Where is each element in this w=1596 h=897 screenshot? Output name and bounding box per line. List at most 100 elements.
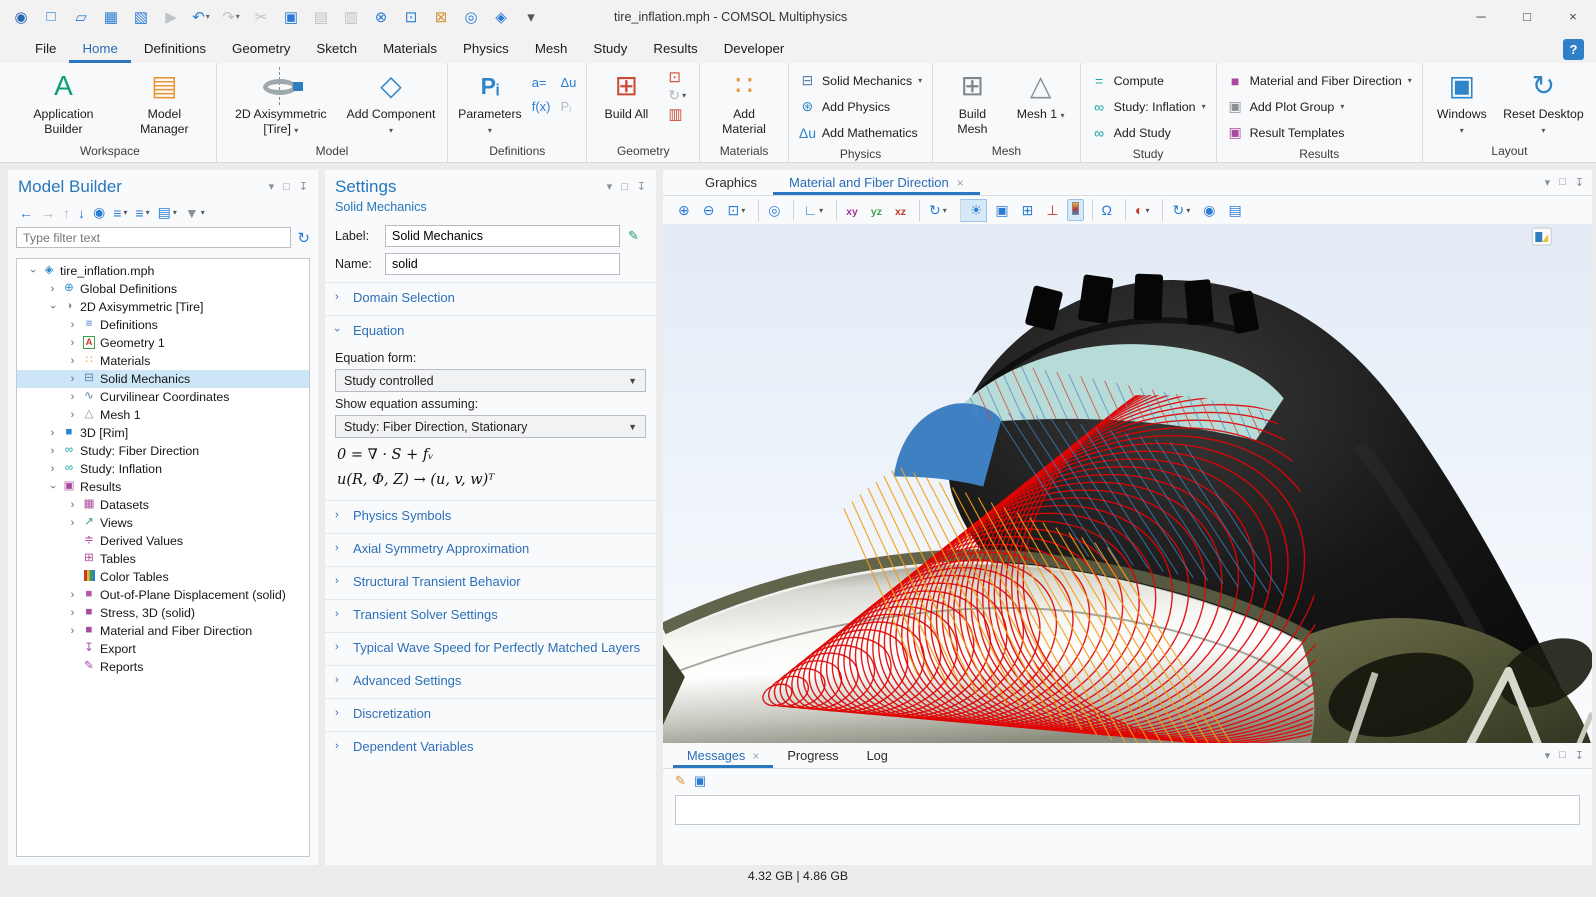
default-view-button[interactable]: ∟ ▾ [793,199,828,221]
refresh-icon[interactable]: ↻ [297,229,310,247]
select-box-button[interactable]: ⊡ [398,5,424,29]
tree-item[interactable]: › A Geometry 1 [17,334,309,352]
tree-item[interactable]: › ∿ Curvilinear Coordinates [17,388,309,406]
menu-item[interactable]: Definitions [131,35,219,63]
tree-item[interactable]: › ↗ Views [17,514,309,532]
view-xy-button[interactable]: xy [836,199,863,221]
menu-item[interactable]: Sketch [303,35,370,63]
add-mathematics-button[interactable]: Δu Add Mathematics [799,120,922,145]
expand-all-button[interactable]: ≡ ▾ [110,205,130,221]
add-component-button[interactable]: ◇ Add Component ▾ [345,65,437,136]
tree-expander-icon[interactable]: › [45,301,60,313]
menu-item[interactable]: Geometry [219,35,303,63]
float-panel-icon[interactable]: □ [621,182,628,193]
tree-filter-input[interactable] [16,227,291,248]
tree-item[interactable]: › ◑ 2D Axisymmetric [Tire] [17,298,309,316]
tree-expander-icon[interactable]: › [65,337,80,349]
chevron-down-icon[interactable]: ▾ [206,12,210,21]
mesh-1-button[interactable]: △ Mesh 1 ▾ [1012,65,1070,122]
parameters-button[interactable]: Pᵢ Parameters▾ [458,65,522,136]
tree-expander-icon[interactable]: › [45,283,60,295]
graphics-viewport[interactable] [663,224,1592,755]
move-down-button[interactable]: ↓ [75,205,88,221]
zoom-extents-button[interactable]: ◎ [758,199,785,222]
tree-expander-icon[interactable]: › [45,445,60,457]
definitions-quick-button[interactable]: f(x) [532,95,551,117]
reset-desktop-button[interactable]: ↻ Reset Desktop ▾ [1501,65,1586,136]
open-in-new-window-button[interactable]: ▣ [694,773,706,789]
model-manager-button[interactable]: ▤ Model Manager [123,65,206,136]
windows-button[interactable]: ▣ Windows▾ [1433,65,1491,136]
scene-appearance-button[interactable]: ◐ ▾ [1125,199,1154,221]
tree-item[interactable]: › △ Mesh 1 [17,406,309,424]
tree-expander-icon[interactable]: › [65,319,80,331]
toggle-model-tree-nodes-button[interactable]: ◉ [90,204,108,221]
name-field[interactable] [385,253,620,275]
tree-item[interactable]: ≑ Derived Values [17,532,309,550]
tree-expander-icon[interactable]: › [25,265,40,277]
add-material-button[interactable]: ∷ Add Material [710,65,778,136]
messages-tab[interactable]: Progress [773,744,852,768]
run-button[interactable]: ▶ [158,5,184,29]
build-mesh-button[interactable]: ⊞ Build Mesh [943,65,1001,136]
section-header[interactable]: › Physics Symbols [325,500,656,529]
view-yz-button[interactable]: yz [866,199,887,221]
tree-expander-icon[interactable]: › [65,373,80,385]
tree-item[interactable]: ↧ Export [17,640,309,658]
section-header[interactable]: › Advanced Settings [325,665,656,694]
collapse-panel-icon[interactable]: ▾ [1545,176,1551,189]
color-legend-button[interactable] [1067,199,1084,221]
rotate-button[interactable]: ↻ ▾ [919,199,952,222]
expand-toolbar-button[interactable]: ▾ [518,5,544,29]
section-header[interactable]: › Axial Symmetry Approximation [325,533,656,562]
print-button[interactable]: ▤ [1223,199,1246,222]
clear-messages-button[interactable]: ✎ [675,773,686,789]
app-logo-button[interactable]: ◉ [8,5,34,29]
rebuild-button[interactable]: ↻ ▾ [665,87,689,104]
search-button[interactable]: ◈ [488,5,514,29]
messages-tab[interactable]: Messages × [673,744,773,768]
duplicate-button[interactable]: ▥ [338,5,364,29]
menu-item[interactable]: Physics [450,35,522,63]
tree-item[interactable]: › ■ Material and Fiber Direction [17,622,309,640]
tree-item[interactable]: › ■ Out-of-Plane Displacement (solid) [17,586,309,604]
new-file-button[interactable]: □ [38,5,64,29]
show-grid-button[interactable]: ⊞ [1017,199,1039,222]
section-header-equation[interactable]: › Equation [325,315,656,344]
definitions-quick-button[interactable]: a= [532,71,551,93]
tree-expander-icon[interactable]: › [65,409,80,421]
collapse-panel-icon[interactable]: ▾ [607,182,613,193]
section-header[interactable]: › Dependent Variables [325,731,656,760]
tree-item[interactable]: ✎ Reports [17,658,309,676]
application-builder-button[interactable]: A Application Builder [14,65,113,136]
tree-item[interactable]: › ▦ Datasets [17,496,309,514]
close-tab-icon[interactable]: × [957,176,964,190]
graphics-tab[interactable]: Material and Fiber Direction × [773,171,980,195]
tree-item[interactable]: › ∷ Materials [17,352,309,370]
move-up-button[interactable]: ↑ [60,205,73,221]
tree-expander-icon[interactable]: › [65,355,80,367]
collapse-panel-icon[interactable]: ▾ [269,182,275,193]
graphics-tab[interactable]: Graphics [689,171,773,195]
add-study-button[interactable]: ∞ Add Study [1091,120,1206,145]
partition-button[interactable]: ▥ [665,105,689,123]
definitions-quick-button[interactable]: Pᵢ [560,95,576,117]
help-button[interactable]: ? [1563,39,1584,60]
tree-item[interactable]: › ≡ Definitions [17,316,309,334]
tree-item[interactable]: › ∞ Study: Inflation [17,460,309,478]
delete-button[interactable]: ⊗ [368,5,394,29]
open-file-button[interactable]: ▱ [68,5,94,29]
tree-expander-icon[interactable]: › [65,517,80,529]
section-header[interactable]: › Typical Wave Speed for Perfectly Match… [325,632,656,661]
redo-button[interactable]: ↷ ▾ [218,5,244,29]
filter-button[interactable]: ▼ ▾ [182,205,208,221]
save-as-button[interactable]: ▧ [128,5,154,29]
menu-item[interactable]: File [22,35,69,63]
copy-button[interactable]: ▣ [278,5,304,29]
menu-item[interactable]: Home [69,35,130,63]
zoom-box-button[interactable]: ⊡ ▾ [722,199,750,222]
tree-expander-icon[interactable]: › [45,427,60,439]
tree-item[interactable]: › ⊟ Solid Mechanics [17,370,309,388]
float-panel-icon[interactable]: □ [1559,176,1566,189]
result-templates-button[interactable]: ▣ Result Templates [1227,120,1412,145]
